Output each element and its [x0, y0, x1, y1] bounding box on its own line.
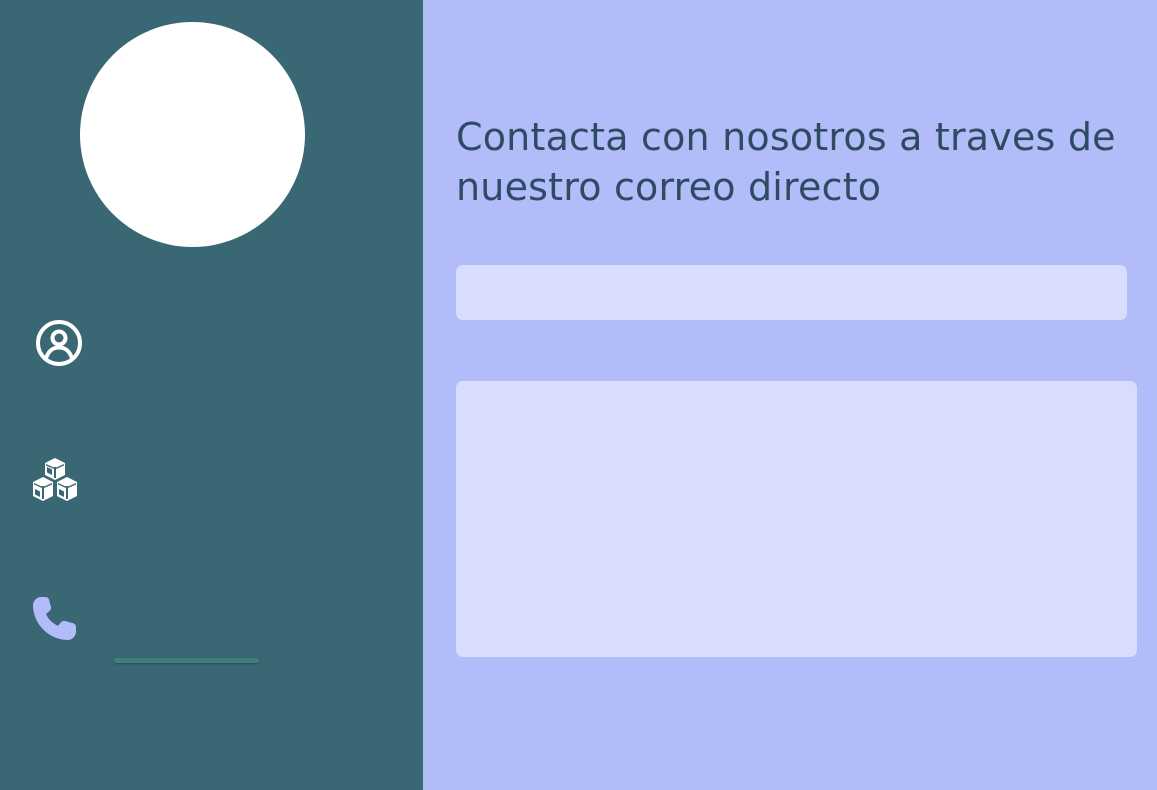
- email-field[interactable]: [456, 265, 1127, 320]
- contact-panel: Contacta con nosotros a traves de nuestr…: [423, 0, 1157, 790]
- app: Contacta con nosotros a traves de nuestr…: [0, 0, 1157, 790]
- sidebar-item-products[interactable]: [0, 450, 423, 514]
- avatar: [80, 22, 305, 247]
- page-title: Contacta con nosotros a traves de nuestr…: [456, 115, 1116, 209]
- message-field[interactable]: [456, 381, 1137, 657]
- active-nav-indicator: [114, 658, 259, 663]
- phone-icon: [29, 592, 81, 644]
- sidebar-item-profile[interactable]: [0, 311, 423, 375]
- cubes-icon: [29, 454, 81, 506]
- sidebar-item-contact[interactable]: [0, 588, 423, 652]
- sidebar: [0, 0, 423, 790]
- user-circle-icon: [33, 317, 85, 369]
